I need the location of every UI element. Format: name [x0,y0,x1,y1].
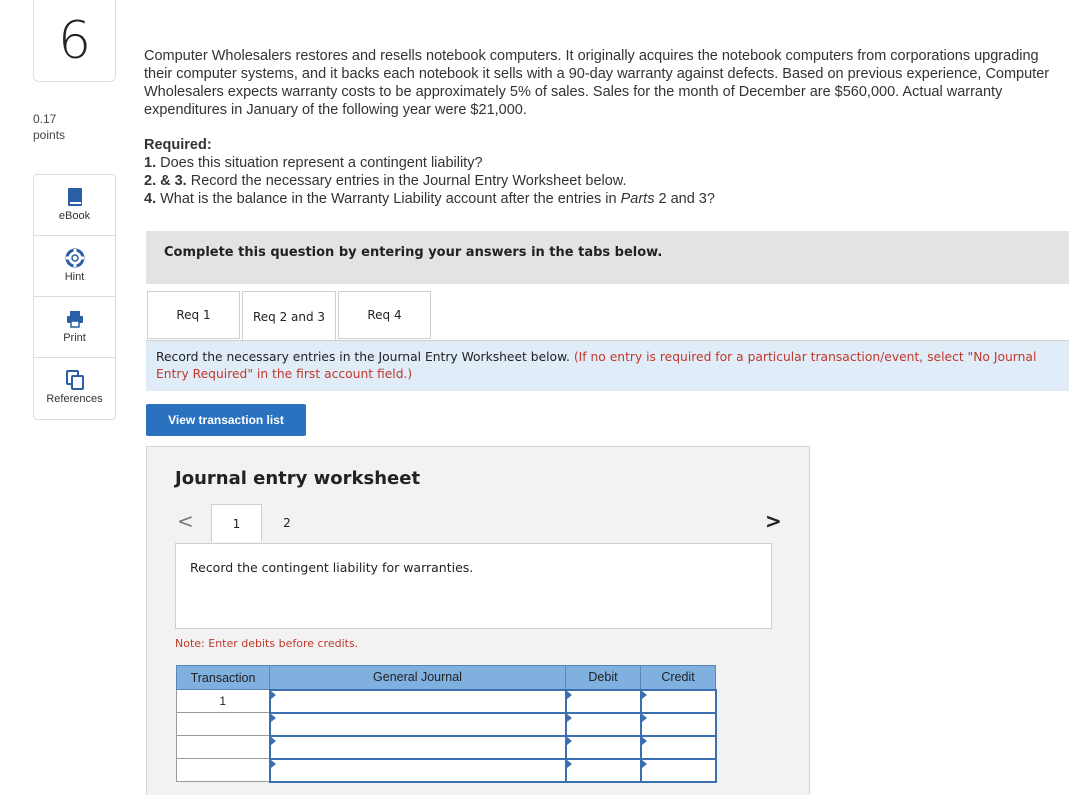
question-number-box: 6 [33,0,116,82]
table-row [176,734,717,760]
lifebuoy-icon [65,248,84,268]
book-icon [67,188,82,206]
account-field[interactable] [268,688,567,714]
worksheet-step-1[interactable]: 1 [211,504,262,542]
print-button[interactable]: Print [34,297,115,358]
chevron-left-icon[interactable]: < [177,509,194,533]
transaction-cell [176,758,270,782]
debit-field[interactable] [564,688,642,714]
credit-field[interactable] [639,757,717,783]
ebook-button[interactable]: eBook [34,175,115,236]
required-item-1: 1. Does this situation represent a conti… [144,155,483,171]
tools-panel: eBook Hint Print References [33,174,116,420]
table-row [176,711,717,737]
journal-entry-worksheet: Journal entry worksheet < 1 2 > Record t… [146,446,810,795]
references-label: References [46,393,103,405]
debit-field[interactable] [564,711,642,737]
hint-label: Hint [64,271,85,283]
points-value: 0.17 [33,112,57,126]
requirement-tabs: Req 1 Req 2 and 3 Req 4 [147,291,433,341]
worksheet-title: Journal entry worksheet [175,468,421,489]
table-row: 1 [176,688,717,714]
account-field[interactable] [268,711,567,737]
transaction-cell [176,712,270,736]
credit-field[interactable] [639,711,717,737]
debits-note: Note: Enter debits before credits. [175,637,359,650]
points-display: 0.17 points [33,111,65,143]
complete-instructions-bar: Complete this question by entering your … [146,231,1069,284]
ebook-label: eBook [58,210,91,222]
tab-instructions: Record the necessary entries in the Jour… [146,341,1069,391]
tab-req-1[interactable]: Req 1 [147,291,240,339]
copy-pages-icon [65,370,84,390]
question-number: 6 [57,10,92,71]
debit-field[interactable] [564,757,642,783]
required-item-2-3: 2. & 3. Record the necessary entries in … [144,173,627,189]
question-intro: Computer Wholesalers restores and resell… [144,48,1050,118]
col-debit: Debit [565,665,641,690]
instruction-main: Record the necessary entries in the Jour… [156,350,574,364]
worksheet-step-2[interactable]: 2 [265,504,309,541]
credit-field[interactable] [639,734,717,760]
col-transaction: Transaction [176,665,270,690]
col-general-journal: General Journal [269,665,566,690]
col-credit: Credit [640,665,716,690]
required-item-4: 4. What is the balance in the Warranty L… [144,191,715,207]
transaction-cell: 1 [176,689,270,713]
tab-req-2-and-3[interactable]: Req 2 and 3 [242,291,336,341]
print-label: Print [63,332,86,344]
transaction-cell [176,735,270,759]
credit-field[interactable] [639,688,717,714]
table-row [176,757,717,783]
printer-icon [66,311,83,328]
required-heading: Required: [144,137,212,153]
references-button[interactable]: References [34,358,115,419]
chevron-right-icon[interactable]: > [765,509,782,533]
transaction-description: Record the contingent liability for warr… [175,543,772,629]
view-transaction-list-button[interactable]: View transaction list [146,404,306,436]
hint-button[interactable]: Hint [34,236,115,297]
journal-table: Transaction General Journal Debit Credit… [176,665,717,783]
account-field[interactable] [268,734,567,760]
points-label: points [33,128,66,142]
tab-req-4[interactable]: Req 4 [338,291,431,339]
debit-field[interactable] [564,734,642,760]
account-field[interactable] [268,757,567,783]
required-section: Required: 1. Does this situation represe… [144,136,715,208]
